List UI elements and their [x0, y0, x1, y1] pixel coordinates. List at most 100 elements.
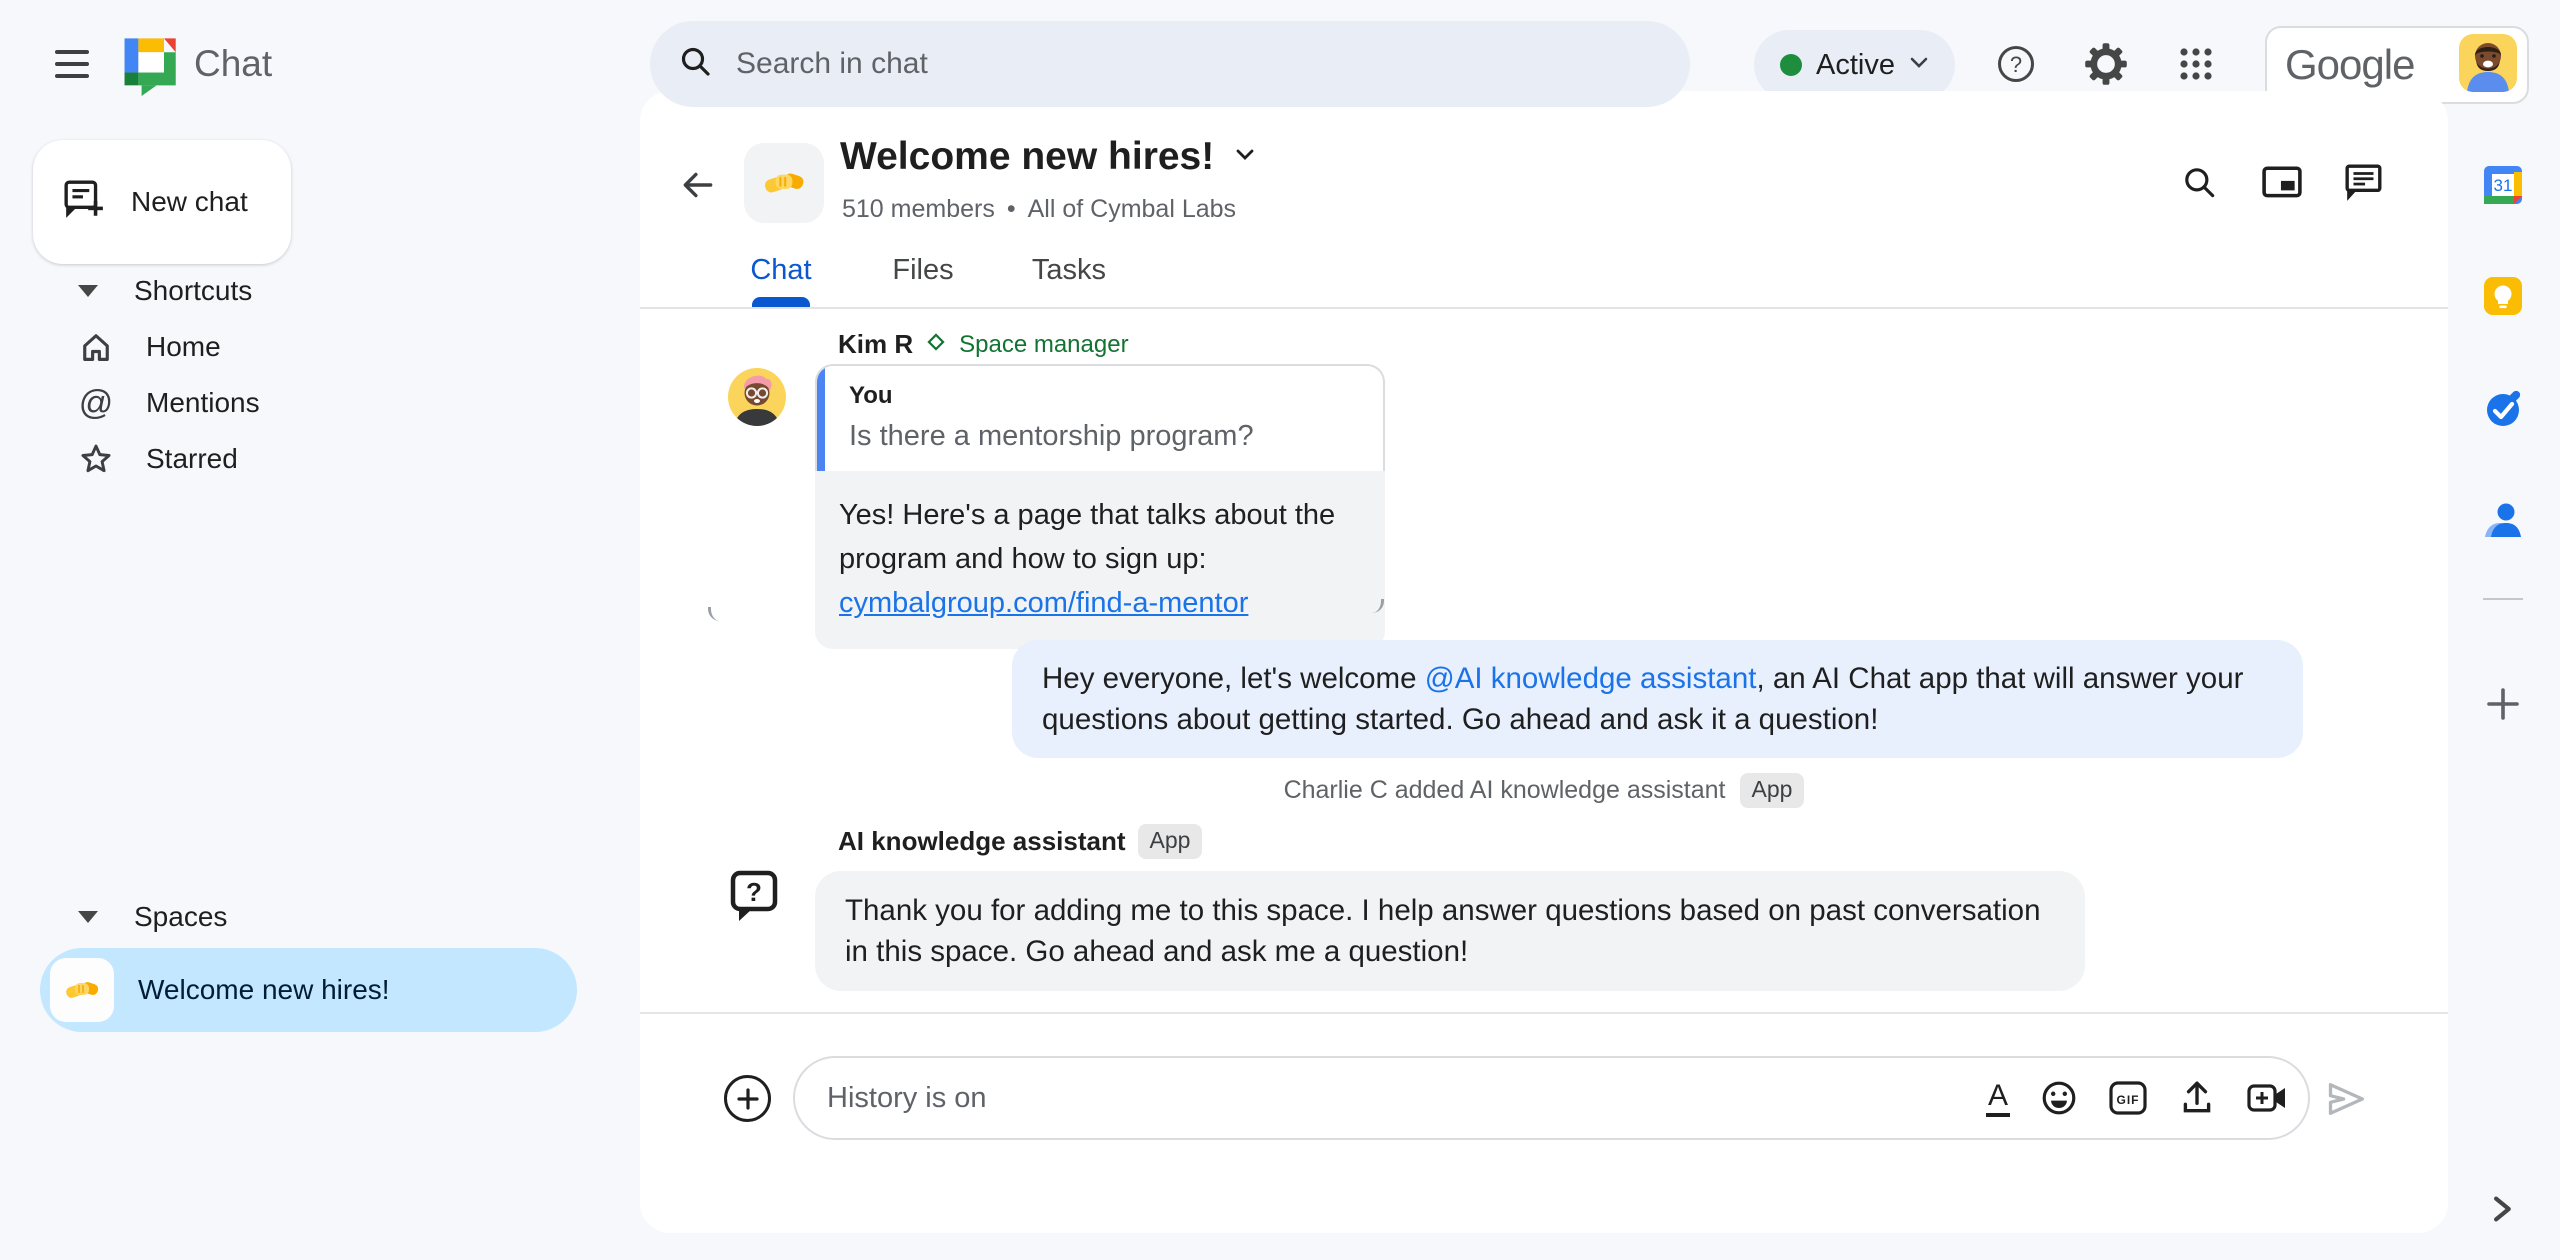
settings-gear-icon [2085, 43, 2127, 85]
contacts-icon [2485, 503, 2521, 537]
status-selector[interactable]: Active [1754, 30, 1955, 100]
message-input[interactable] [827, 1081, 1986, 1115]
caret-down-icon [78, 911, 98, 923]
new-chat-icon [63, 179, 105, 226]
contacts-button[interactable] [2478, 495, 2528, 545]
space-title-menu[interactable]: Welcome new hires! [840, 135, 1256, 179]
divider [2483, 598, 2523, 600]
send-button[interactable] [2322, 1075, 2372, 1122]
quote-text: Is there a mentorship program? [849, 420, 1254, 452]
main-menu-button[interactable] [50, 44, 94, 84]
apps-grid-icon [2180, 48, 2212, 80]
sender-name: AI knowledge assistant [838, 826, 1126, 856]
message-link[interactable]: cymbalgroup.com/find-a-mentor [839, 587, 1248, 619]
system-event: Charlie C added AI knowledge assistant A… [640, 773, 2448, 808]
tab-tasks[interactable]: Tasks [1028, 241, 1110, 299]
pip-icon [2262, 166, 2302, 198]
shortcuts-section-header[interactable]: Shortcuts [0, 263, 620, 319]
format-icon[interactable]: A [1985, 1079, 2010, 1117]
upload-icon[interactable] [2178, 1079, 2216, 1117]
star-icon [68, 441, 124, 477]
sender-name: Kim R [838, 329, 914, 359]
home-icon [68, 329, 124, 365]
app-title: Chat [194, 43, 273, 84]
message-sender-row: AI knowledge assistant App [838, 824, 1203, 859]
search-icon [2185, 168, 2215, 198]
tasks-icon [2487, 390, 2521, 426]
active-status-dot [1780, 54, 1802, 76]
message-sender-row: Kim R Space manager [838, 329, 1129, 360]
chevron-right-icon [2494, 1196, 2511, 1222]
status-label: Active [1816, 48, 1895, 81]
handshake-icon [764, 173, 804, 193]
video-plus-icon[interactable] [2246, 1080, 2288, 1116]
tab-chat[interactable]: Chat [742, 241, 820, 299]
space-avatar [744, 143, 824, 223]
message-compose-box[interactable]: A GIF [793, 1056, 2310, 1140]
search-icon [678, 44, 714, 85]
sidebar-item-home[interactable]: Home [0, 319, 620, 375]
divider [640, 1012, 2448, 1014]
quoted-message-card[interactable]: You Is there a mentorship program? Yes! … [815, 364, 1385, 649]
chevron-down-icon [1909, 56, 1929, 75]
tear-mark [708, 607, 722, 621]
caret-down-icon [78, 285, 98, 297]
quoted-message: You Is there a mentorship program? [815, 364, 1385, 471]
system-event-text: Charlie C added AI knowledge assistant [1283, 776, 1726, 804]
menu-icon [55, 50, 89, 54]
svg-text:GIF: GIF [2117, 1093, 2140, 1107]
calendar-button[interactable]: 31 [2478, 160, 2528, 210]
apps-grid-button[interactable] [2168, 36, 2224, 92]
new-chat-button[interactable]: New chat [33, 140, 291, 264]
handshake-icon [50, 958, 114, 1022]
svg-text:?: ? [746, 877, 762, 907]
quote-author: You [849, 382, 893, 409]
add-app-button[interactable] [2478, 679, 2528, 729]
active-tab-indicator [752, 297, 810, 307]
divider [640, 307, 2448, 309]
page-title: Welcome new hires! [840, 135, 1215, 178]
send-icon [2328, 1082, 2365, 1115]
sidebar-item-mentions[interactable]: @ Mentions [0, 375, 620, 431]
search-bar[interactable] [650, 21, 1690, 107]
org-audience: All of Cymbal Labs [1027, 195, 1237, 223]
message-bubble[interactable]: Thank you for adding me to this space. I… [815, 871, 2085, 991]
keep-button[interactable] [2478, 271, 2528, 321]
add-attachment-button[interactable] [724, 1075, 771, 1122]
chevron-down-icon [1234, 147, 1256, 167]
threads-icon [2345, 164, 2382, 201]
spaces-section-header[interactable]: Spaces [0, 889, 620, 945]
message-bubble: Yes! Here's a page that talks about the … [815, 471, 1385, 649]
back-button[interactable] [676, 163, 720, 207]
chat-logo-icon [120, 32, 176, 101]
tab-files[interactable]: Files [884, 241, 962, 299]
sidebar-item-starred[interactable]: Starred [0, 431, 620, 487]
gif-icon[interactable]: GIF [2108, 1080, 2148, 1116]
expand-panel-button[interactable] [2478, 1184, 2528, 1234]
avatar[interactable] [2459, 33, 2517, 97]
back-arrow-icon [683, 172, 713, 198]
message-bubble-own[interactable]: Hey everyone, let's welcome @AI knowledg… [1012, 640, 2303, 758]
at-icon: @ [78, 383, 114, 422]
emoji-icon[interactable] [2040, 1079, 2078, 1117]
google-wordmark: Google [2285, 41, 2415, 88]
plus-circle-icon [736, 1087, 759, 1110]
role-badge: Space manager [959, 330, 1129, 358]
app-badge: App [1739, 773, 1805, 808]
calendar-icon: 31 [2484, 166, 2522, 204]
sidebar-item-space-welcome-new-hires[interactable]: Welcome new hires! [40, 948, 577, 1032]
search-input[interactable] [736, 47, 1596, 81]
threads-button[interactable] [2336, 155, 2392, 211]
tasks-button[interactable] [2478, 384, 2528, 434]
question-bubble-icon[interactable]: ? [728, 869, 782, 923]
mention-chip[interactable]: @AI knowledge assistant [1425, 662, 1757, 695]
member-count: 510 members [842, 195, 995, 223]
message-text: Yes! Here's a page that talks about the … [839, 499, 1336, 575]
open-in-pip-button[interactable] [2254, 155, 2310, 211]
avatar[interactable] [728, 368, 786, 426]
svg-text:?: ? [2010, 52, 2022, 77]
settings-button[interactable] [2078, 36, 2134, 92]
search-in-space-button[interactable] [2172, 155, 2228, 211]
help-button[interactable]: ? [1988, 36, 2044, 92]
message-text: Thank you for adding me to this space. I… [845, 894, 2041, 968]
